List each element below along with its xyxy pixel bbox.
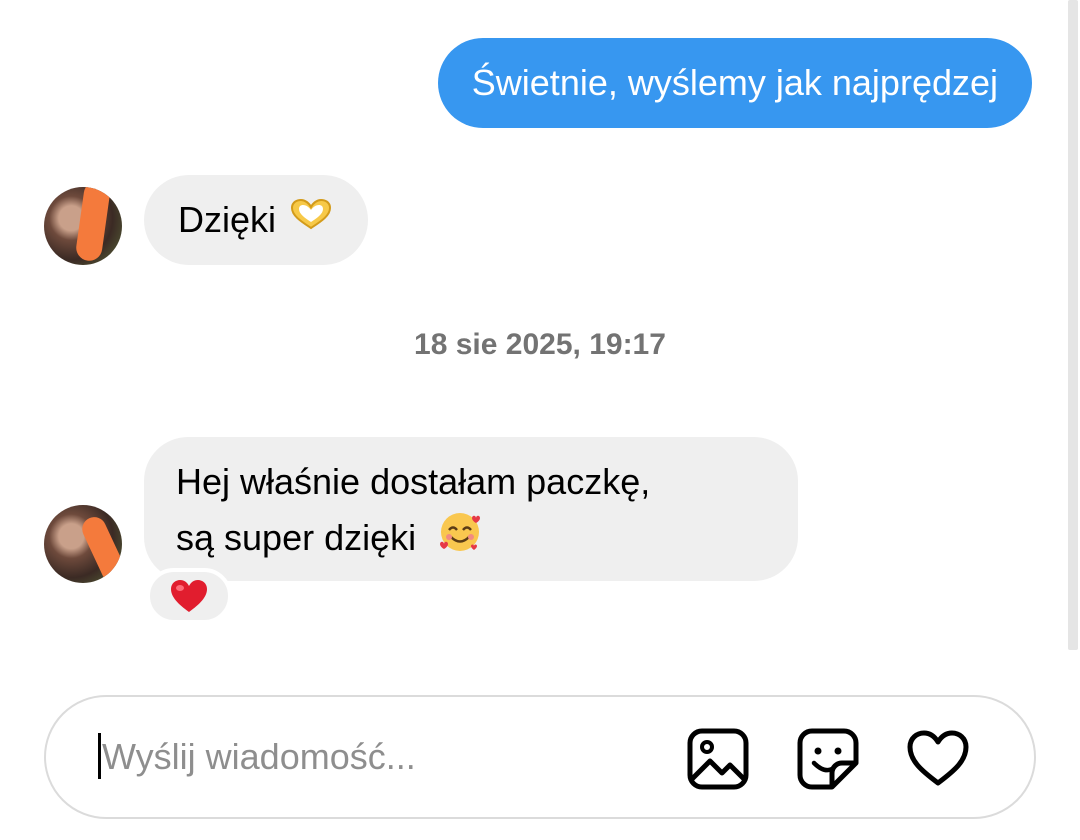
message-text: Dzięki <box>178 199 277 240</box>
heart-icon[interactable] <box>906 727 970 791</box>
message-text: Świetnie, wyślemy jak najprędzej <box>471 62 998 103</box>
message-text-line: są super dzięki <box>176 517 417 558</box>
image-icon[interactable] <box>686 727 750 791</box>
incoming-message-bubble[interactable]: Dzięki <box>144 175 369 265</box>
message-input[interactable] <box>102 727 662 787</box>
avatar[interactable] <box>44 187 122 265</box>
chat-screen: Świetnie, wyślemy jak najprędzej Dzięki … <box>0 0 1080 840</box>
redaction-mark <box>78 513 122 583</box>
text-cursor <box>98 733 101 779</box>
outgoing-message-bubble[interactable]: Świetnie, wyślemy jak najprędzej <box>437 38 1032 128</box>
avatar[interactable] <box>44 505 122 583</box>
heart-hands-emoji <box>288 192 334 248</box>
sticker-icon[interactable] <box>796 727 860 791</box>
message-composer[interactable] <box>44 695 1036 819</box>
smiling-face-with-hearts-emoji <box>438 510 482 570</box>
incoming-message-bubble[interactable]: Hej właśnie dostałam paczkę, są super dz… <box>144 437 798 581</box>
reaction-badge[interactable] <box>146 568 232 624</box>
red-heart-emoji <box>171 580 207 612</box>
scrollbar[interactable] <box>1068 0 1078 650</box>
message-text-line: Hej właśnie dostałam paczkę, <box>176 461 651 502</box>
message-timestamp: 18 sie 2025, 19:17 <box>414 328 666 361</box>
redaction-mark <box>74 187 112 263</box>
